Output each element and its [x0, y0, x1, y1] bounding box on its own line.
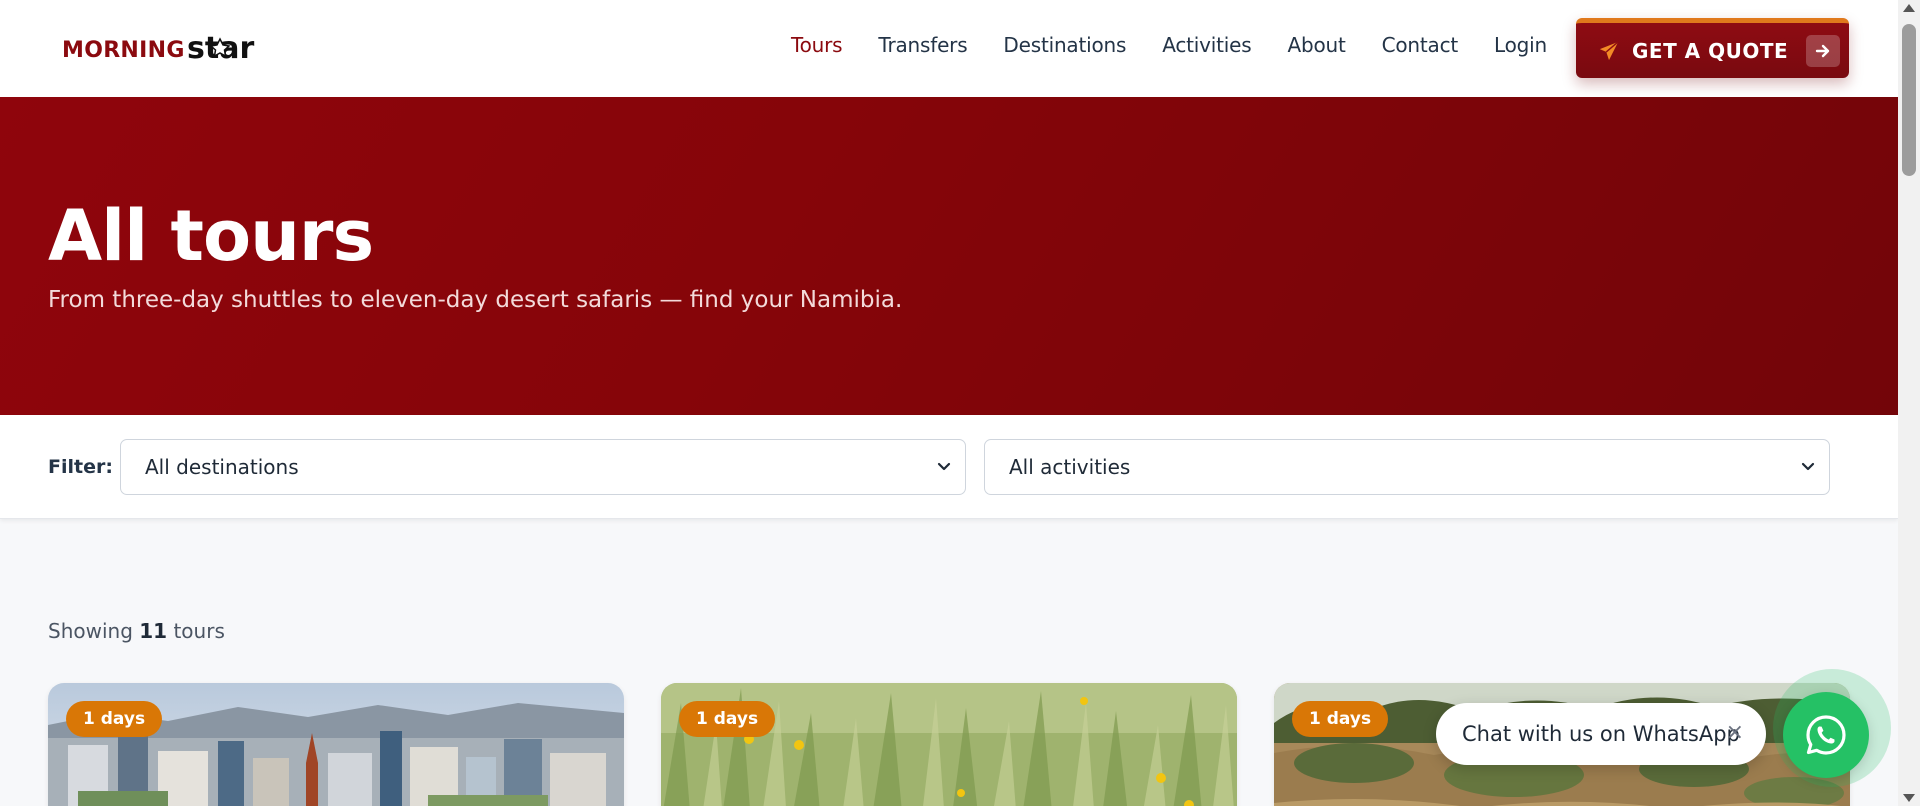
nav-activities[interactable]: Activities — [1162, 33, 1251, 57]
filter-label: Filter: — [48, 456, 113, 478]
nav-transfers[interactable]: Transfers — [878, 33, 967, 57]
page-subtitle: From three-day shuttles to eleven-day de… — [48, 287, 903, 313]
site-header: MORNING star Tours Transfers Destination… — [0, 0, 1898, 97]
nav-about[interactable]: About — [1287, 33, 1345, 57]
activity-select[interactable]: All activities — [984, 439, 1830, 495]
hero-banner: All tours From three-day shuttles to ele… — [0, 97, 1898, 415]
nav-destinations[interactable]: Destinations — [1003, 33, 1126, 57]
arrow-right-icon — [1806, 34, 1841, 67]
results-number: 11 — [139, 619, 168, 643]
logo-wordmark: MORNING — [62, 38, 185, 63]
destination-select-value: All destinations — [145, 455, 299, 479]
whatsapp-icon — [1806, 715, 1846, 755]
activity-select-value: All activities — [1009, 455, 1131, 479]
chevron-down-icon — [937, 462, 951, 471]
duration-badge: 1 days — [1292, 701, 1389, 737]
main-nav: Tours Transfers Destinations Activities … — [791, 33, 1547, 57]
scroll-up-arrow-icon[interactable] — [1903, 4, 1915, 12]
nav-login[interactable]: Login — [1494, 33, 1547, 57]
duration-badge: 1 days — [679, 701, 776, 737]
get-a-quote-button[interactable]: GET A QUOTE — [1576, 18, 1849, 78]
nav-tours[interactable]: Tours — [791, 33, 843, 57]
chevron-down-icon — [1801, 462, 1815, 471]
get-a-quote-label: GET A QUOTE — [1632, 38, 1789, 63]
close-icon[interactable]: × — [1726, 722, 1744, 744]
tour-card[interactable]: 1 days — [661, 683, 1237, 806]
paper-plane-icon — [1599, 40, 1619, 60]
whatsapp-chat-bubble[interactable]: Chat with us on WhatsApp × — [1436, 703, 1766, 765]
nav-contact[interactable]: Contact — [1382, 33, 1459, 57]
page-scrollbar[interactable] — [1898, 0, 1920, 806]
results-suffix: tours — [173, 619, 225, 643]
destination-select[interactable]: All destinations — [120, 439, 966, 495]
duration-badge: 1 days — [66, 701, 163, 737]
results-count: Showing 11 tours — [48, 619, 225, 643]
tour-card[interactable]: 1 days — [48, 683, 624, 806]
results-prefix: Showing — [48, 619, 133, 643]
scrollbar-thumb[interactable] — [1902, 24, 1916, 176]
whatsapp-button[interactable] — [1783, 692, 1869, 778]
whatsapp-bubble-text: Chat with us on WhatsApp — [1462, 722, 1740, 746]
filter-bar: Filter: All destinations All activities — [0, 415, 1898, 519]
page-title: All tours — [48, 195, 374, 277]
scroll-down-arrow-icon[interactable] — [1903, 794, 1915, 802]
logo-star-mark: star — [187, 31, 269, 65]
logo[interactable]: MORNING star — [62, 29, 269, 65]
